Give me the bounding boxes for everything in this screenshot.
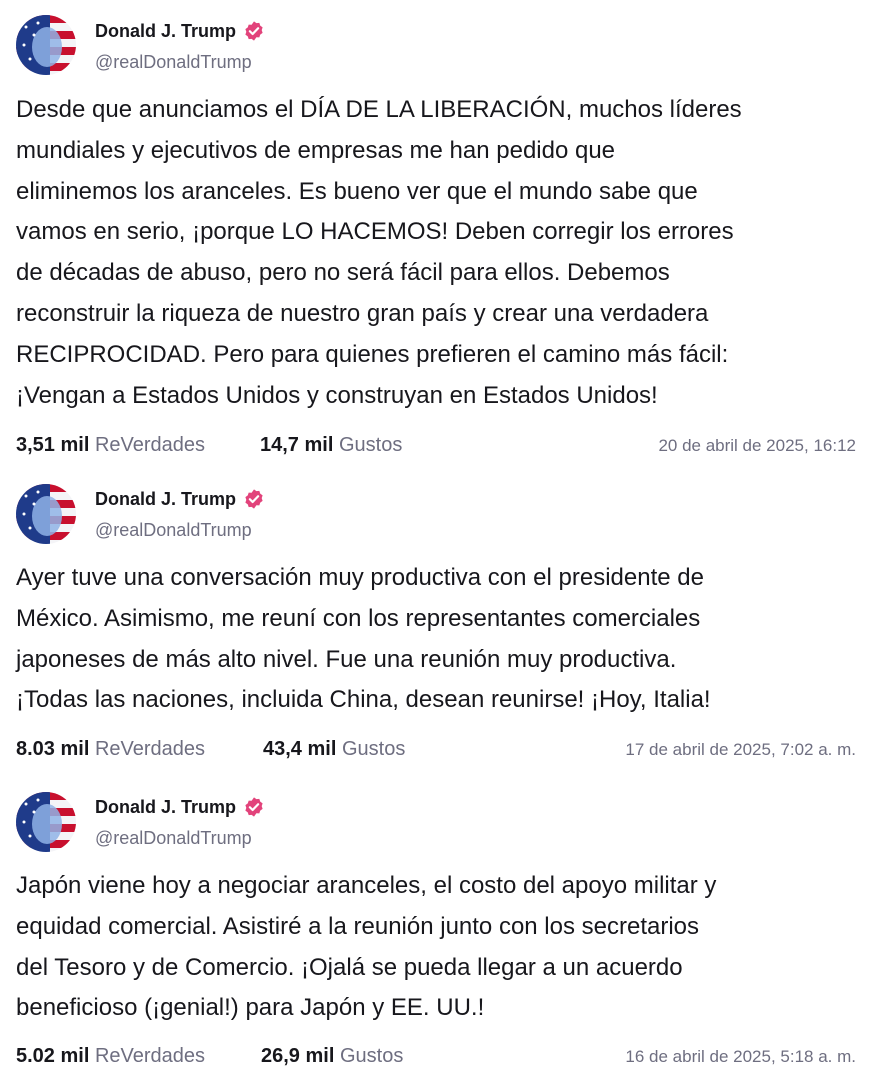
likes-stat[interactable]: 43,4 mil Gustos bbox=[263, 738, 405, 761]
post: Donald J. Trump @realDonaldTrump Ayer tu… bbox=[0, 472, 869, 782]
avatar-image-icon bbox=[16, 792, 76, 852]
author-name: Donald J. Trump bbox=[95, 488, 237, 509]
reposts-count: 5.02 mil bbox=[16, 1045, 90, 1067]
post-stats: 8.03 mil ReVerdades 43,4 mil Gustos 17 d… bbox=[16, 738, 856, 766]
likes-stat[interactable]: 14,7 mil Gustos bbox=[260, 434, 402, 457]
likes-stat[interactable]: 26,9 mil Gustos bbox=[261, 1045, 403, 1068]
reposts-label: ReVerdades bbox=[94, 738, 206, 760]
author-name-row[interactable]: Donald J. Trump bbox=[95, 488, 265, 510]
post: Donald J. Trump @realDonaldTrump Desde q… bbox=[0, 0, 869, 470]
reposts-stat[interactable]: 3,51 mil ReVerdades bbox=[16, 434, 205, 457]
verified-badge-icon bbox=[243, 796, 265, 818]
likes-label: Gustos bbox=[338, 434, 403, 456]
post-stats: 5.02 mil ReVerdades 26,9 mil Gustos 16 d… bbox=[16, 1045, 856, 1073]
post: Donald J. Trump @realDonaldTrump Japón v… bbox=[0, 782, 869, 1080]
reposts-label: ReVerdades bbox=[94, 1045, 206, 1067]
verified-badge-icon bbox=[243, 20, 265, 42]
avatar[interactable] bbox=[16, 792, 76, 852]
likes-label: Gustos bbox=[339, 1045, 404, 1067]
avatar[interactable] bbox=[16, 484, 76, 544]
author-handle[interactable]: @realDonaldTrump bbox=[95, 828, 252, 849]
likes-count: 43,4 mil bbox=[263, 738, 337, 760]
avatar[interactable] bbox=[16, 15, 76, 75]
author-handle[interactable]: @realDonaldTrump bbox=[95, 520, 252, 541]
reposts-count: 8.03 mil bbox=[16, 738, 90, 760]
post-text: Desde que anunciamos el DÍA DE LA LIBERA… bbox=[16, 96, 742, 409]
author-name-row[interactable]: Donald J. Trump bbox=[95, 796, 265, 818]
reposts-stat[interactable]: 8.03 mil ReVerdades bbox=[16, 738, 205, 761]
reposts-label: ReVerdades bbox=[94, 434, 206, 456]
post-text: Japón viene hoy a negociar aranceles, el… bbox=[16, 872, 717, 1022]
reposts-count: 3,51 mil bbox=[16, 434, 90, 456]
likes-count: 14,7 mil bbox=[260, 434, 334, 456]
likes-count: 26,9 mil bbox=[261, 1045, 335, 1067]
post-date[interactable]: 16 de abril de 2025, 5:18 a. m. bbox=[625, 1047, 856, 1067]
avatar-image-icon bbox=[16, 15, 76, 75]
post-text: Ayer tuve una conversación muy productiv… bbox=[16, 564, 711, 714]
post-date[interactable]: 20 de abril de 2025, 16:12 bbox=[658, 436, 856, 456]
reposts-stat[interactable]: 5.02 mil ReVerdades bbox=[16, 1045, 205, 1068]
avatar-image-icon bbox=[16, 484, 76, 544]
author-name: Donald J. Trump bbox=[95, 20, 237, 41]
verified-badge-icon bbox=[243, 488, 265, 510]
author-name: Donald J. Trump bbox=[95, 796, 237, 817]
author-handle[interactable]: @realDonaldTrump bbox=[95, 52, 252, 73]
post-date[interactable]: 17 de abril de 2025, 7:02 a. m. bbox=[625, 740, 856, 760]
likes-label: Gustos bbox=[341, 738, 406, 760]
author-name-row[interactable]: Donald J. Trump bbox=[95, 20, 265, 42]
post-stats: 3,51 mil ReVerdades 14,7 mil Gustos 20 d… bbox=[16, 434, 856, 462]
